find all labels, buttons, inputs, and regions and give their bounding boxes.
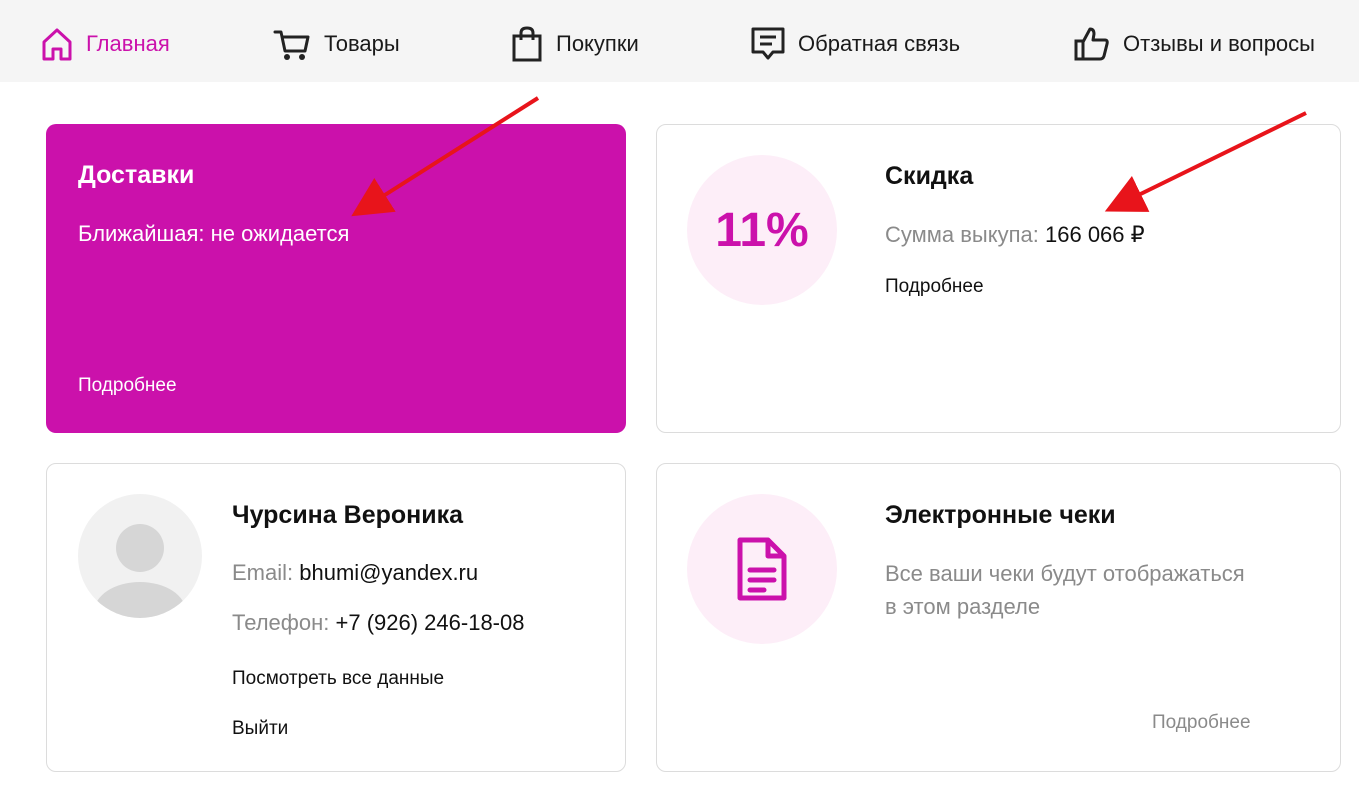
discount-more-link[interactable]: Подробнее: [885, 276, 984, 298]
user-silhouette-icon: [94, 524, 186, 618]
profile-email: Email: bhumi@yandex.ru: [232, 560, 478, 586]
home-icon: [42, 28, 72, 61]
logout-link[interactable]: Выйти: [232, 718, 288, 740]
receipts-desc-line1: Все ваши чеки будут отображаться: [885, 561, 1245, 586]
nav-feedback[interactable]: Обратная связь: [750, 20, 960, 68]
discount-circle: 11%: [687, 155, 837, 305]
cart-icon: [273, 30, 310, 60]
thumbs-up-icon: [1074, 27, 1109, 61]
delivery-nearest: Ближайшая: не ожидается: [78, 221, 350, 246]
document-icon: [737, 537, 787, 601]
receipts-more-link[interactable]: Подробнее: [1152, 712, 1251, 734]
nav-home-label: Главная: [86, 31, 170, 56]
receipts-title: Электронные чеки: [885, 501, 1116, 529]
discount-percent: 11%: [715, 203, 809, 257]
discount-sum: Сумма выкупа: 166 066 ₽: [885, 222, 1145, 248]
profile-phone-label: Телефон:: [232, 610, 330, 635]
nav-purchases[interactable]: Покупки: [510, 20, 639, 68]
nav-reviews[interactable]: Отзывы и вопросы: [1073, 20, 1315, 68]
nav-goods-label: Товары: [324, 31, 400, 56]
nav-feedback-label: Обратная связь: [798, 31, 961, 56]
profile-name: Чурсина Вероника: [232, 501, 464, 529]
delivery-more-link[interactable]: Подробнее: [78, 375, 177, 397]
nav-home[interactable]: Главная: [40, 20, 170, 68]
delivery-title: Доставки: [78, 161, 195, 189]
top-nav: Главная Товары Покупки Обратная связь От…: [0, 0, 1359, 82]
profile-email-label: Email:: [232, 560, 294, 585]
view-all-data-link[interactable]: Посмотреть все данные: [232, 668, 444, 690]
nav-goods[interactable]: Товары: [272, 20, 400, 68]
discount-title: Скидка: [885, 162, 974, 190]
receipts-desc-line2: в этом разделе: [885, 594, 1041, 619]
receipts-card: Электронные чеки Все ваши чеки будут ото…: [656, 463, 1341, 772]
delivery-card[interactable]: Доставки Ближайшая: не ожидается Подробн…: [46, 124, 626, 433]
nav-purchases-label: Покупки: [556, 31, 639, 56]
chat-message-icon: [751, 27, 785, 60]
shopping-bag-icon: [512, 26, 542, 62]
avatar: [78, 494, 202, 618]
discount-card: 11% Скидка Сумма выкупа: 166 066 ₽ Подро…: [656, 124, 1341, 433]
profile-card: Чурсина Вероника Email: bhumi@yandex.ru …: [46, 463, 626, 772]
profile-phone: Телефон: +7 (926) 246-18-08: [232, 610, 524, 636]
discount-sum-label: Сумма выкупа:: [885, 222, 1039, 247]
discount-sum-value: 166 066 ₽: [1045, 222, 1145, 247]
profile-phone-value: +7 (926) 246-18-08: [335, 610, 525, 635]
profile-email-value: bhumi@yandex.ru: [299, 560, 479, 585]
receipts-circle: [687, 494, 837, 644]
nav-reviews-label: Отзывы и вопросы: [1123, 31, 1315, 56]
